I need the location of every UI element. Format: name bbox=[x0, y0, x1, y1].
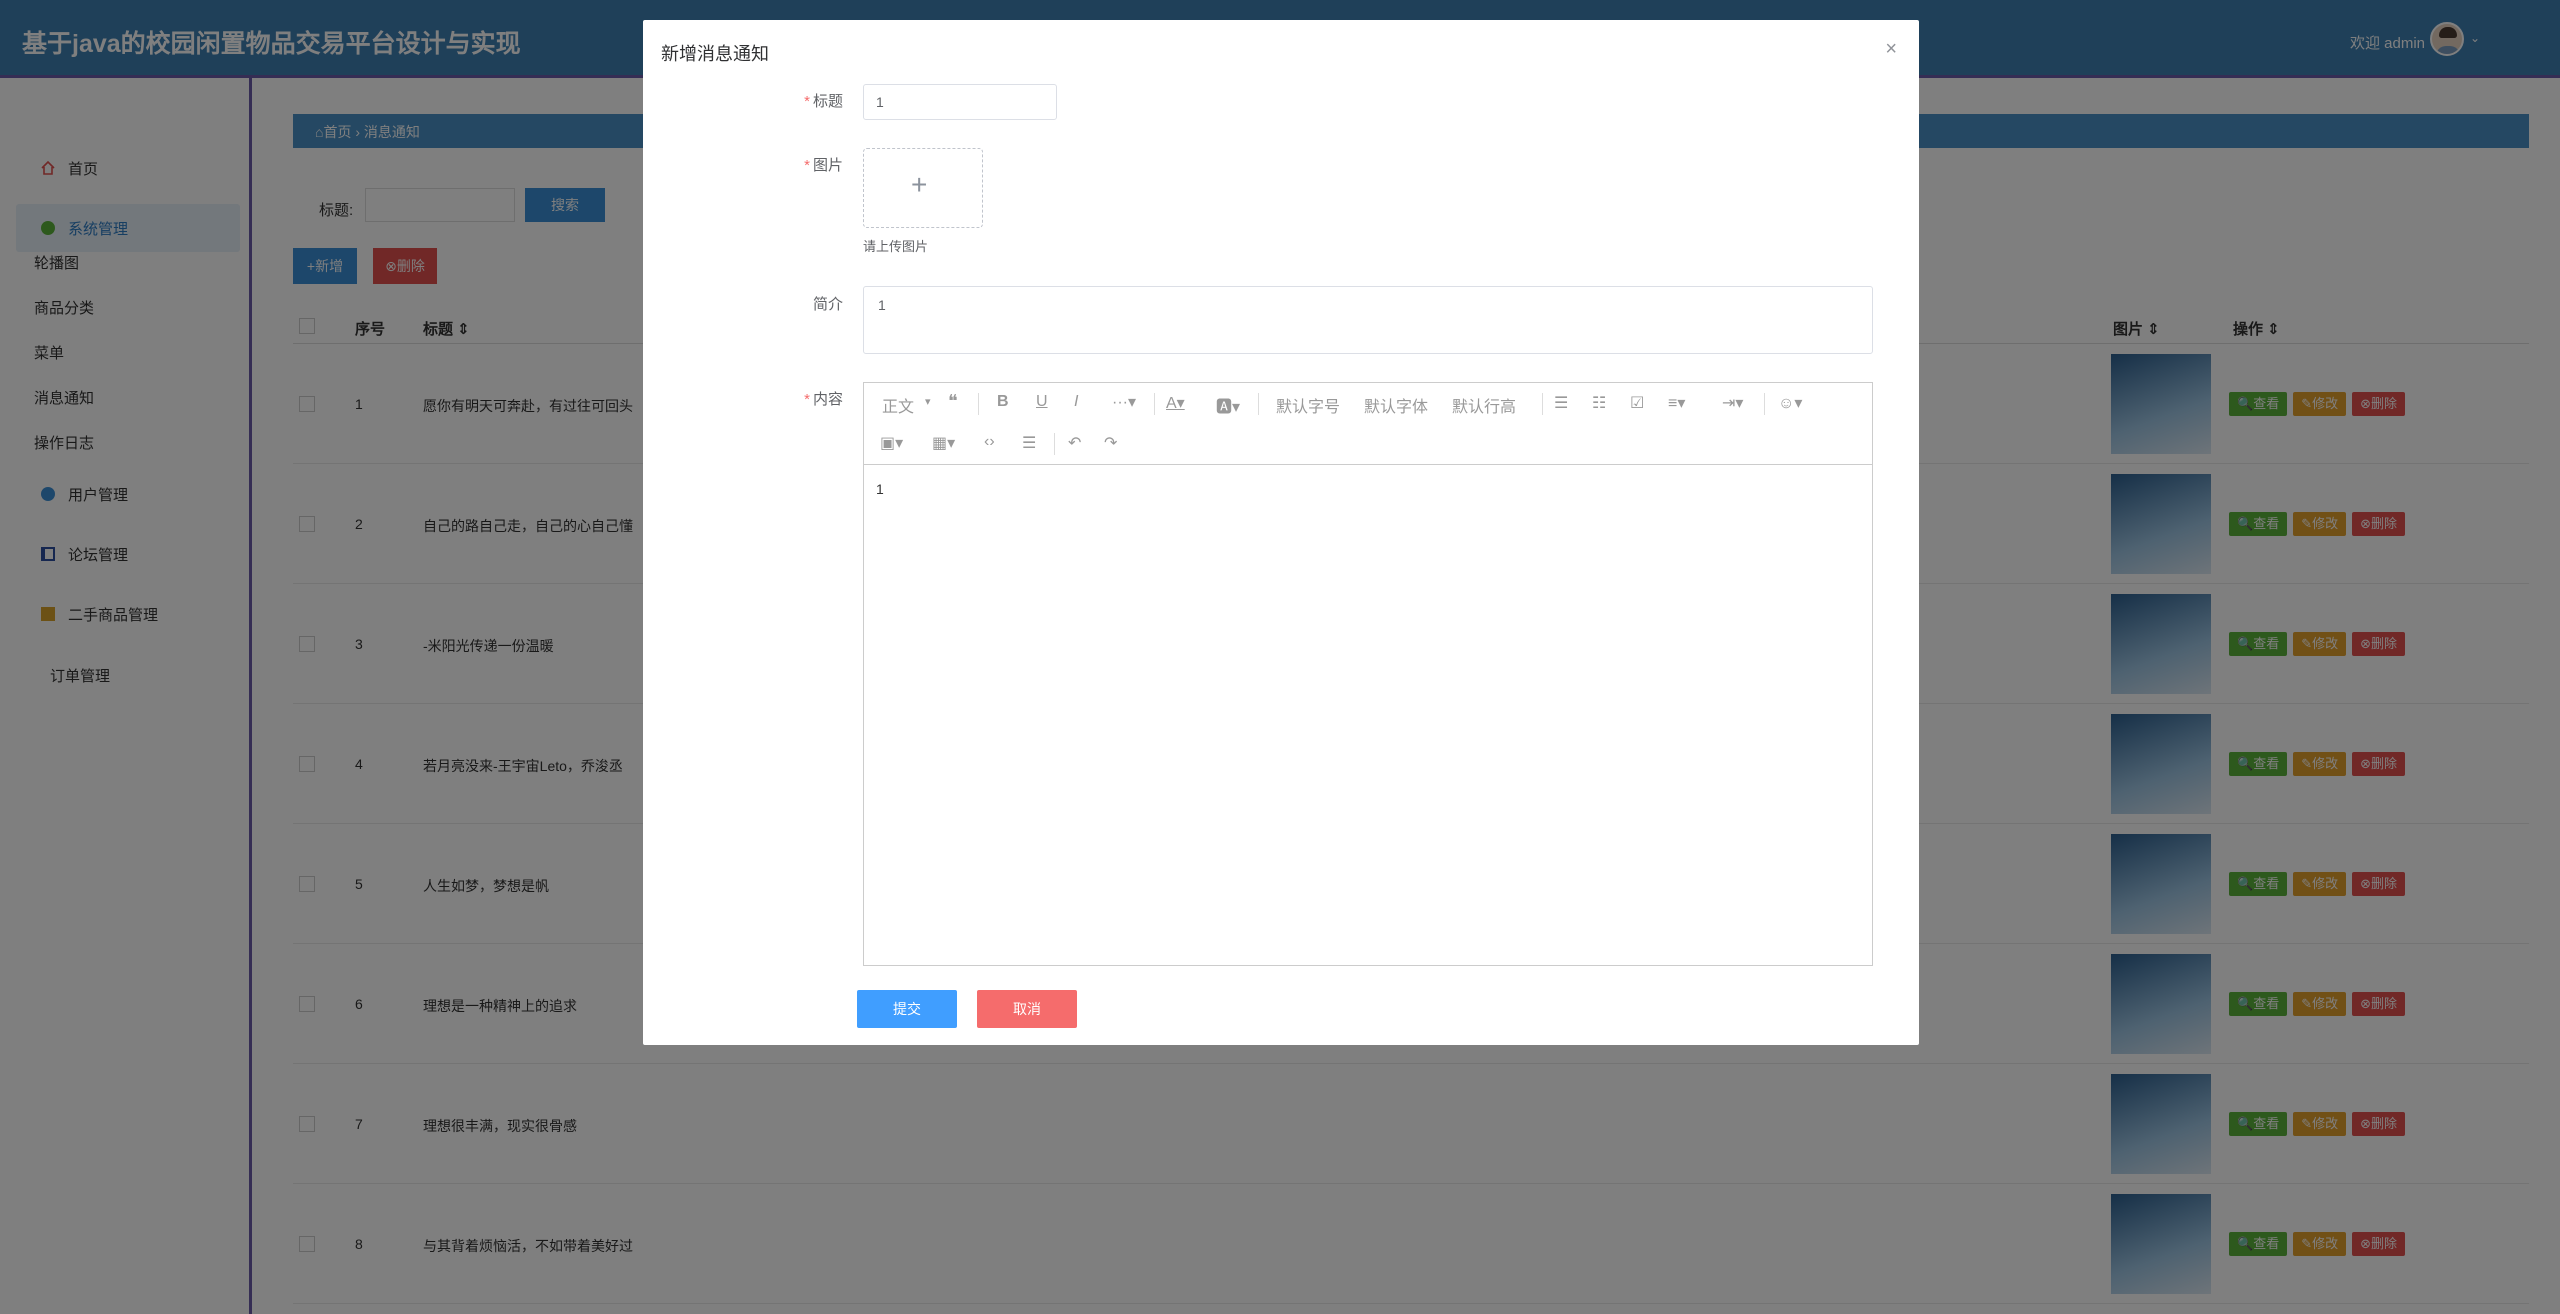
bold-icon[interactable]: B bbox=[997, 393, 1009, 411]
todo-icon[interactable]: ☑ bbox=[1630, 393, 1644, 413]
intro-field[interactable]: 1 bbox=[863, 286, 1873, 354]
close-icon[interactable]: × bbox=[1885, 38, 1897, 61]
align-icon[interactable]: ≡▾ bbox=[1668, 393, 1685, 413]
quote-icon[interactable]: ❝ bbox=[948, 391, 958, 412]
rich-text-editor: 正文 ▾ ❝ B U I ···▾ A▾ 🅰▾ 默认字号 默认字体 默认行高 ☰… bbox=[863, 382, 1873, 966]
label-picture: * 图片 bbox=[804, 157, 843, 174]
cancel-button[interactable]: 取消 bbox=[977, 990, 1077, 1028]
underline-icon[interactable]: U bbox=[1036, 393, 1048, 411]
editor-toolbar: 正文 ▾ ❝ B U I ···▾ A▾ 🅰▾ 默认字号 默认字体 默认行高 ☰… bbox=[864, 383, 1872, 465]
image-upload[interactable]: + bbox=[863, 148, 983, 228]
editor-content[interactable]: 1 bbox=[876, 481, 884, 497]
numbered-list-icon[interactable]: ☷ bbox=[1592, 393, 1606, 413]
italic-icon[interactable]: I bbox=[1074, 393, 1078, 411]
font-size-dropdown[interactable]: 默认字号 bbox=[1276, 393, 1340, 417]
font-family-dropdown[interactable]: 默认字体 bbox=[1364, 393, 1428, 417]
plus-icon: + bbox=[911, 169, 928, 200]
emoji-icon[interactable]: ☺▾ bbox=[1778, 393, 1802, 413]
redo-icon[interactable]: ↷ bbox=[1104, 433, 1117, 453]
undo-icon[interactable]: ↶ bbox=[1068, 433, 1081, 453]
dialog-title: 新增消息通知 bbox=[661, 44, 769, 64]
font-color-icon[interactable]: A▾ bbox=[1166, 393, 1185, 413]
add-notice-dialog: 新增消息通知 × * 标题 1 * 图片 + 请上传图片 简介 1 * 内容 正文 ▾… bbox=[643, 20, 1919, 1045]
chevron-down-icon: ▾ bbox=[925, 396, 931, 408]
upload-tip: 请上传图片 bbox=[863, 239, 929, 254]
table-icon[interactable]: ▦▾ bbox=[932, 433, 955, 453]
background-color-icon[interactable]: 🅰▾ bbox=[1216, 393, 1240, 417]
line-height-dropdown[interactable]: 默认行高 bbox=[1452, 393, 1516, 417]
label-title: * 标题 bbox=[804, 93, 843, 110]
title-field[interactable]: 1 bbox=[863, 84, 1057, 120]
code-icon[interactable]: ‹› bbox=[984, 433, 995, 451]
label-intro: 简介 bbox=[812, 296, 843, 313]
submit-button[interactable]: 提交 bbox=[857, 990, 957, 1028]
label-content: * 内容 bbox=[804, 391, 843, 408]
divider-icon[interactable]: ☰ bbox=[1022, 433, 1036, 453]
indent-icon[interactable]: ⇥▾ bbox=[1722, 393, 1743, 413]
paragraph-dropdown[interactable]: 正文 bbox=[882, 393, 914, 417]
image-icon[interactable]: ▣▾ bbox=[880, 433, 903, 453]
bullet-list-icon[interactable]: ☰ bbox=[1554, 393, 1568, 413]
more-icon[interactable]: ···▾ bbox=[1112, 392, 1136, 412]
